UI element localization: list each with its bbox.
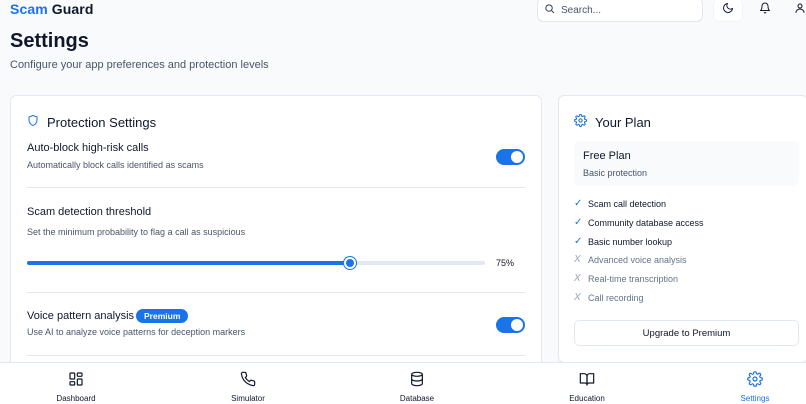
nav-item-database[interactable]: Database <box>372 363 462 404</box>
auto-block-description: Automatically block calls identified as … <box>27 160 204 170</box>
slider-thumb[interactable] <box>344 257 356 269</box>
dashboard-grid-icon <box>68 371 84 392</box>
check-icon: ✓ <box>574 236 583 247</box>
nav-label: Database <box>399 394 435 403</box>
moon-icon <box>722 1 734 19</box>
user-menu-button[interactable] <box>791 1 806 19</box>
feature-label: Call recording <box>588 292 644 303</box>
plan-feature: X Call recording <box>574 292 644 303</box>
nav-item-simulator[interactable]: Simulator <box>203 363 293 404</box>
threshold-slider[interactable] <box>27 257 485 269</box>
protection-settings-title: Protection Settings <box>47 114 157 130</box>
gear-icon <box>574 114 587 130</box>
feature-label: Real-time transcription <box>588 273 679 284</box>
threshold-title: Scam detection threshold <box>27 206 152 218</box>
your-plan-card: Your Plan Free Plan Basic protection ✓ S… <box>558 95 806 363</box>
shield-icon <box>27 114 39 130</box>
feature-label: Advanced voice analysis <box>588 254 687 265</box>
nav-label: Education <box>569 394 605 403</box>
nav-item-education[interactable]: Education <box>542 363 632 404</box>
nav-label: Dashboard <box>56 394 96 403</box>
plan-feature: X Advanced voice analysis <box>574 254 687 265</box>
brand-part-1: Scam <box>10 1 48 17</box>
search-icon <box>544 1 555 19</box>
page-subtitle: Configure your app preferences and prote… <box>10 59 269 71</box>
toggle-knob <box>511 151 523 163</box>
plan-feature: ✓ Basic number lookup <box>574 236 672 247</box>
nav-item-settings[interactable]: Settings <box>710 363 800 404</box>
check-icon: ✓ <box>574 217 583 228</box>
check-icon: ✓ <box>574 198 583 209</box>
plan-name: Free Plan <box>583 150 631 162</box>
x-icon: X <box>574 273 581 284</box>
voice-analysis-toggle[interactable] <box>496 317 525 333</box>
plan-feature: ✓ Scam call detection <box>574 198 666 209</box>
notifications-button[interactable] <box>756 1 774 19</box>
book-icon <box>579 371 595 392</box>
premium-badge: Premium <box>136 309 189 323</box>
nav-item-dashboard[interactable]: Dashboard <box>31 363 121 404</box>
slider-fill <box>27 261 350 265</box>
gear-icon <box>747 371 763 392</box>
nav-label: Settings <box>740 394 770 403</box>
search-input[interactable] <box>561 4 691 16</box>
search-box[interactable] <box>537 0 703 22</box>
your-plan-header: Your Plan <box>574 114 651 130</box>
current-plan-box: Free Plan Basic protection <box>574 141 799 186</box>
brand-logo[interactable]: Scam Guard <box>10 1 94 17</box>
phone-icon <box>240 371 256 392</box>
plan-feature: X Real-time transcription <box>574 273 678 284</box>
voice-analysis-title: Voice pattern analysis <box>27 310 135 322</box>
divider <box>27 355 525 356</box>
threshold-description: Set the minimum probability to flag a ca… <box>27 227 246 237</box>
bottom-navigation: Dashboard Simulator Database Education S… <box>0 362 806 404</box>
top-bar: Scam Guard <box>0 0 806 30</box>
x-icon: X <box>574 254 581 265</box>
plan-description: Basic protection <box>583 168 648 178</box>
feature-label: Community database access <box>588 217 704 228</box>
theme-toggle-button[interactable] <box>713 0 743 22</box>
auto-block-toggle[interactable] <box>496 149 525 165</box>
page-title: Settings <box>10 30 89 52</box>
database-icon <box>409 371 425 392</box>
feature-label: Basic number lookup <box>588 236 673 247</box>
your-plan-title: Your Plan <box>595 114 651 130</box>
plan-feature: ✓ Community database access <box>574 217 704 228</box>
user-icon <box>794 1 806 19</box>
threshold-value: 75% <box>496 258 515 268</box>
nav-label: Simulator <box>231 394 265 403</box>
feature-label: Scam call detection <box>588 198 667 209</box>
toggle-knob <box>511 319 523 331</box>
protection-settings-header: Protection Settings <box>27 114 156 130</box>
voice-analysis-description: Use AI to analyze voice patterns for dec… <box>27 327 246 337</box>
brand-part-2: Guard <box>51 1 94 17</box>
divider <box>27 292 525 293</box>
bell-icon <box>759 1 771 19</box>
divider <box>27 187 525 188</box>
x-icon: X <box>574 292 581 303</box>
protection-settings-card: Protection Settings Auto-block high-risk… <box>10 95 542 385</box>
upgrade-to-premium-button[interactable]: Upgrade to Premium <box>574 320 799 346</box>
auto-block-title: Auto-block high-risk calls <box>27 142 149 154</box>
